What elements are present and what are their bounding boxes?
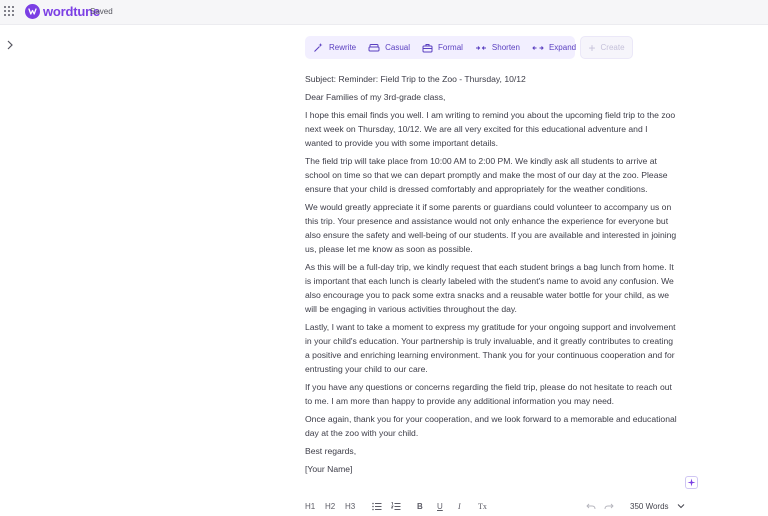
redo-icon[interactable] <box>604 502 614 513</box>
clear-format-button[interactable]: Tx <box>478 502 487 511</box>
doc-paragraph[interactable]: If you have any questions or concerns re… <box>305 380 677 408</box>
create-label: Create <box>600 43 625 52</box>
doc-paragraph[interactable]: [Your Name] <box>305 462 677 476</box>
undo-icon[interactable] <box>586 502 596 513</box>
doc-paragraph[interactable]: Subject: Reminder: Field Trip to the Zoo… <box>305 72 677 86</box>
underline-button[interactable]: U <box>437 502 443 511</box>
doc-paragraph[interactable]: We would greatly appreciate it if some p… <box>305 200 677 256</box>
arrows-outward-icon <box>532 45 544 50</box>
casual-label: Casual <box>385 43 411 52</box>
word-count: 350 Words <box>630 502 669 511</box>
plus-icon: + <box>588 40 596 55</box>
bold-button[interactable]: B <box>417 502 423 511</box>
rewrite-button[interactable]: Rewrite <box>313 42 356 53</box>
expand-label: Expand <box>548 43 577 52</box>
sofa-icon <box>368 43 380 51</box>
rewrite-label: Rewrite <box>329 43 357 52</box>
expand-button[interactable]: Expand <box>532 43 576 52</box>
doc-paragraph[interactable]: Best regards, <box>305 444 677 458</box>
rewrite-toolbar: Rewrite Casual Formal Shorten Expand <box>305 36 576 59</box>
wordtune-logo-icon[interactable] <box>25 4 40 19</box>
top-bar: wordtune Saved <box>0 0 768 25</box>
arrows-inward-icon <box>475 45 486 50</box>
save-status: Saved <box>90 7 113 16</box>
briefcase-icon <box>422 43 433 52</box>
create-button[interactable]: + Create <box>580 36 633 59</box>
apps-grid-icon[interactable] <box>4 6 16 18</box>
chevron-right-icon[interactable] <box>6 37 14 50</box>
doc-paragraph[interactable]: As this will be a full-day trip, we kind… <box>305 260 677 316</box>
magic-wand-icon <box>314 43 323 52</box>
heading-3-button[interactable]: H3 <box>345 502 355 511</box>
word-count-dropdown[interactable]: 350 Words <box>630 502 685 511</box>
email-document[interactable]: Subject: Reminder: Field Trip to the Zoo… <box>305 72 677 480</box>
doc-paragraph[interactable]: Dear Families of my 3rd-grade class, <box>305 90 677 104</box>
formal-label: Formal <box>438 43 463 52</box>
doc-paragraph[interactable]: Lastly, I want to take a moment to expre… <box>305 320 677 376</box>
formal-button[interactable]: Formal <box>422 43 463 53</box>
sparkle-assistant-icon[interactable] <box>685 476 698 489</box>
casual-button[interactable]: Casual <box>368 43 410 53</box>
doc-paragraph[interactable]: I hope this email finds you well. I am w… <box>305 108 677 150</box>
format-bar: H1 H2 H3 B U I Tx <box>305 502 685 516</box>
heading-1-button[interactable]: H1 <box>305 502 315 511</box>
italic-button[interactable]: I <box>458 502 461 511</box>
numbered-list-icon[interactable] <box>390 502 401 513</box>
shorten-button[interactable]: Shorten <box>475 43 520 52</box>
doc-paragraph[interactable]: Once again, thank you for your cooperati… <box>305 412 677 440</box>
heading-2-button[interactable]: H2 <box>325 502 335 511</box>
doc-paragraph[interactable]: The field trip will take place from 10:0… <box>305 154 677 196</box>
chevron-down-icon <box>677 504 685 509</box>
bullet-list-icon[interactable] <box>372 502 382 513</box>
shorten-label: Shorten <box>491 43 520 52</box>
